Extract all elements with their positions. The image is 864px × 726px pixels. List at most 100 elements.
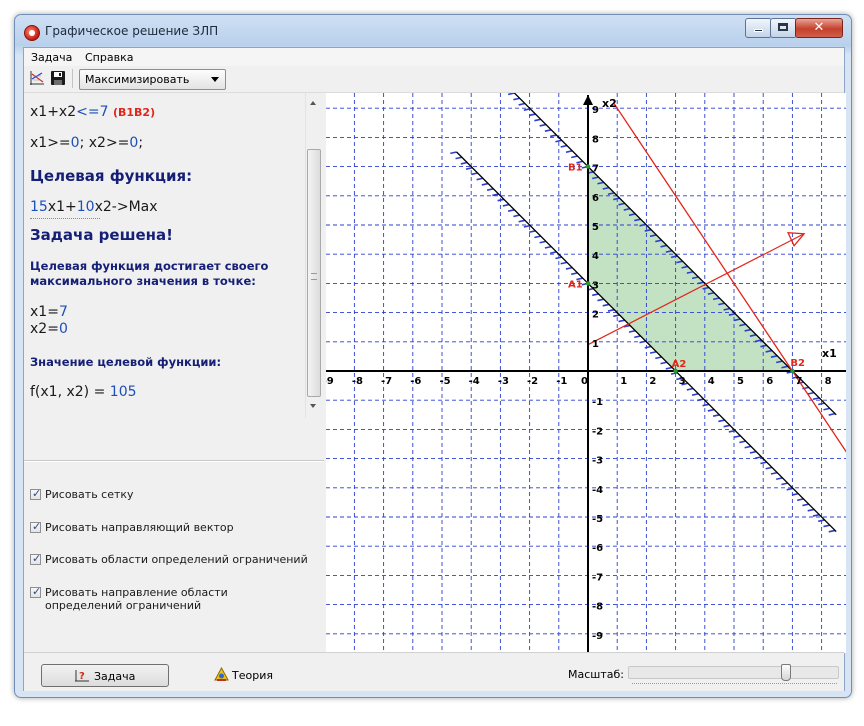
menu-task[interactable]: Задача xyxy=(31,51,72,64)
constraint-op: <= xyxy=(76,104,100,120)
save-icon[interactable] xyxy=(50,70,66,86)
hatch-mark xyxy=(760,461,767,465)
hatch-mark xyxy=(823,524,830,528)
scroll-down-icon[interactable] xyxy=(310,404,316,408)
f-value: 105 xyxy=(109,384,137,400)
plot-area[interactable]: x1 x2 -9 -8 -7 -6 -5 -4 -3 -2 -1 0 1 2 3 4 5 6 7 8 9 8 7 6 5 4 3 2 1… xyxy=(326,93,846,653)
option-label: Рисовать направляющий вектор xyxy=(45,521,234,534)
objective-heading: Целевая функция: xyxy=(30,167,193,185)
vertex-label: B1 xyxy=(568,163,583,174)
hatch-mark xyxy=(775,477,783,481)
scale-slider-track[interactable] xyxy=(628,666,839,679)
vertex-label: A2 xyxy=(672,359,687,370)
y-tick-label: -6 xyxy=(592,543,603,554)
hatch-mark xyxy=(534,118,541,122)
hatch-mark xyxy=(518,102,526,106)
hatch-mark xyxy=(628,329,636,333)
x-tick-label: 5 xyxy=(737,376,744,387)
chart-icon[interactable] xyxy=(29,70,45,86)
hatch-mark xyxy=(723,424,731,428)
scrollbar-thumb[interactable] xyxy=(307,149,321,397)
hatch-mark xyxy=(455,156,463,160)
minimize-button[interactable] xyxy=(745,18,772,38)
hatch-mark xyxy=(481,182,489,186)
grid-layer xyxy=(326,93,846,653)
hatch-mark xyxy=(660,361,668,365)
hatch-mark xyxy=(502,203,510,207)
y-axis-label: x2 xyxy=(602,97,617,110)
y-tick-label: 5 xyxy=(592,222,599,233)
hatch-mark xyxy=(823,407,830,411)
hatch-mark xyxy=(602,303,610,307)
obj-coef-2: 10 xyxy=(76,199,95,215)
title-bar[interactable]: Графическое решение ЗЛП ✕ xyxy=(15,15,851,47)
y-tick-label: 9 xyxy=(592,105,599,116)
hatch-mark xyxy=(644,345,652,349)
hatch-mark xyxy=(507,209,515,212)
checkbox-icon[interactable] xyxy=(30,487,41,500)
hatch-mark xyxy=(597,298,604,302)
y-tick-label: -2 xyxy=(592,426,603,437)
y-tick-label: -9 xyxy=(592,631,603,642)
hatch-mark xyxy=(571,155,578,159)
vertex-point xyxy=(790,368,795,374)
hatch-mark xyxy=(649,350,657,354)
svg-text:?: ? xyxy=(79,671,85,682)
hatch-mark xyxy=(518,219,526,223)
hatch-mark xyxy=(691,392,699,396)
constraint-rhs: 7 xyxy=(99,104,109,120)
hatch-mark xyxy=(618,319,625,323)
hatch-mark xyxy=(739,440,746,444)
hatch-mark xyxy=(697,398,704,402)
toolbar-separator xyxy=(72,69,73,88)
hatch-mark xyxy=(497,198,505,202)
hatch-mark xyxy=(754,456,762,460)
x-tick-label: -5 xyxy=(439,376,450,387)
hatch-mark xyxy=(765,466,773,470)
scroll-up-icon[interactable] xyxy=(310,101,316,105)
toolbar: Максимизировать xyxy=(24,66,844,93)
close-button[interactable]: ✕ xyxy=(795,18,843,38)
hatch-mark xyxy=(549,251,557,255)
hatch-mark xyxy=(770,471,778,475)
x-tick-label: 3 xyxy=(679,376,686,387)
solution-scrollbar[interactable] xyxy=(305,93,321,418)
nonneg-x1-value: 0 xyxy=(70,135,80,151)
close-icon: ✕ xyxy=(813,20,825,35)
x-tick-label: 6 xyxy=(766,376,773,387)
hatch-mark xyxy=(486,188,494,191)
vertex-label: A1 xyxy=(568,279,583,290)
y-tick-label: -7 xyxy=(592,572,603,583)
client-area: Задача Справка Максимизировать x1+x2<=7 … xyxy=(23,47,846,691)
hatch-mark xyxy=(528,230,536,234)
nonneg-end: ; xyxy=(138,135,144,151)
x-tick-label: -4 xyxy=(469,376,480,387)
x2-value: 0 xyxy=(58,321,68,337)
hatch-mark xyxy=(528,113,536,117)
checkbox-icon[interactable] xyxy=(30,585,41,598)
hatch-mark xyxy=(812,513,820,517)
hatch-mark xyxy=(465,166,473,170)
y-tick-label: 4 xyxy=(592,251,599,262)
x2-name: x2= xyxy=(30,321,59,337)
hatch-mark xyxy=(507,93,515,96)
task-button[interactable]: ? Задача xyxy=(41,664,169,687)
maximize-button[interactable] xyxy=(770,18,797,38)
menu-help[interactable]: Справка xyxy=(85,51,133,64)
scale-slider-thumb[interactable] xyxy=(780,664,791,681)
divider xyxy=(30,218,100,219)
constraint-tag: (B1B2) xyxy=(112,106,156,119)
hatch-mark xyxy=(539,123,547,127)
objective-line: 15x1+10x2->Max xyxy=(30,199,158,215)
checkbox-icon[interactable] xyxy=(30,552,41,565)
hatch-mark xyxy=(539,240,547,244)
x-tick-label: 7 xyxy=(795,376,802,387)
theory-button[interactable]: Теория xyxy=(214,664,294,687)
mode-select[interactable]: Максимизировать xyxy=(79,69,226,90)
y-tick-label: 8 xyxy=(592,134,599,145)
checkbox-icon[interactable] xyxy=(30,520,41,533)
y-tick-label: -5 xyxy=(592,514,603,525)
theory-button-label: Теория xyxy=(232,669,273,682)
hatch-mark xyxy=(781,482,788,486)
hatch-mark xyxy=(513,97,520,101)
